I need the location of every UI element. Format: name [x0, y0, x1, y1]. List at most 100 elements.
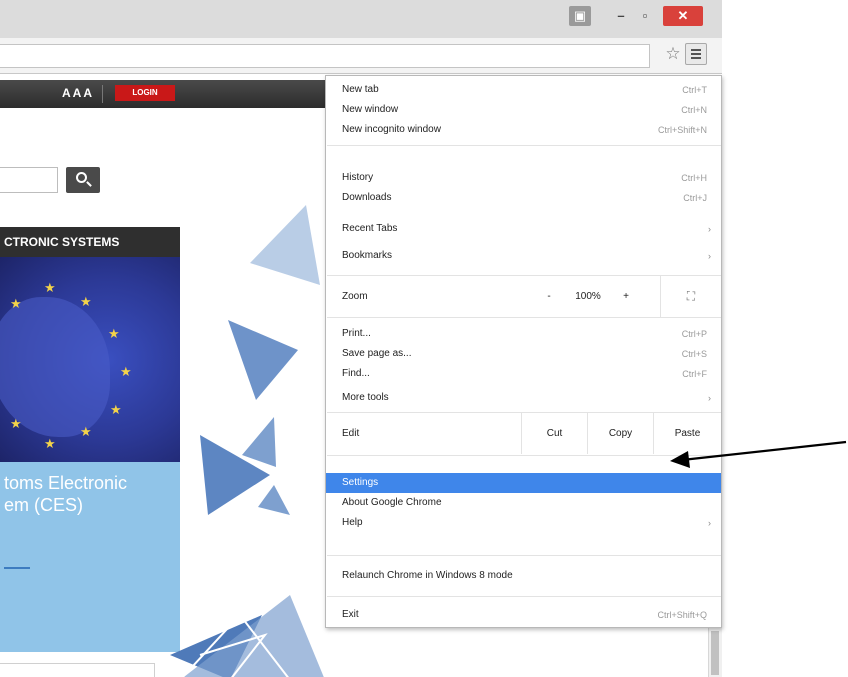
decor-triangle [242, 417, 276, 467]
site-search-button[interactable] [66, 167, 100, 193]
chrome-menu: New tab Ctrl+T New window Ctrl+N New inc… [325, 75, 722, 628]
menu-item-label: More tools [342, 392, 389, 403]
chrome-menu-button[interactable] [685, 43, 707, 65]
menu-item-label: Help [342, 517, 363, 528]
eu-star-icon: ★ [108, 326, 120, 341]
submenu-arrow-icon: › [708, 251, 711, 261]
europe-map-image: ★ ★ ★ ★ ★ ★ ★ ★ ★ [0, 257, 180, 462]
site-search-input[interactable] [0, 167, 58, 193]
menu-item-label: About Google Chrome [342, 497, 442, 508]
menu-item-shortcut: Ctrl+Shift+Q [657, 610, 707, 620]
search-icon [76, 172, 87, 183]
menu-row-zoom: Zoom - 100% + ⛶ [326, 276, 721, 317]
menu-item-shortcut: Ctrl+P [681, 329, 707, 339]
menu-item-label: New incognito window [342, 124, 441, 135]
menu-item-recent-tabs[interactable]: Recent Tabs › [326, 219, 721, 239]
eu-star-icon: ★ [44, 280, 56, 295]
menu-item-label: Bookmarks [342, 250, 393, 261]
eu-star-icon: ★ [80, 294, 92, 309]
menu-item-more-tools[interactable]: More tools › [326, 388, 721, 408]
section-banner-title: CTRONIC SYSTEMS [0, 227, 180, 257]
arrow-shaft [681, 440, 847, 462]
ces-info-panel[interactable]: toms Electronic em (CES) [0, 462, 180, 652]
menu-item-shortcut: Ctrl+T [682, 85, 707, 95]
address-bar[interactable] [0, 44, 650, 68]
zoom-level-value: 100% [575, 291, 601, 302]
menu-separator [327, 317, 721, 318]
bookmark-star-icon[interactable]: ☆ [663, 43, 683, 65]
menu-item-shortcut: Ctrl+F [682, 369, 707, 379]
menu-item-new-incognito-window[interactable]: New incognito window Ctrl+Shift+N [326, 120, 721, 140]
screenshot: ▣ – ▫ ✕ ☆ AAA LOGIN CTRONIC SYSTEMS ★ ★ [0, 0, 848, 677]
menu-item-label: Save page as... [342, 348, 412, 359]
eu-star-icon: ★ [10, 296, 22, 311]
menu-item-shortcut: Ctrl+N [681, 105, 707, 115]
cut-button[interactable]: Cut [521, 413, 587, 454]
menu-item-shortcut: Ctrl+H [681, 173, 707, 183]
zoom-out-button[interactable]: - [534, 276, 564, 317]
hamburger-icon [691, 53, 701, 55]
login-button[interactable]: LOGIN [115, 85, 175, 101]
menu-item-label: Settings [342, 477, 379, 488]
menu-item-shortcut: Ctrl+Shift+N [657, 125, 707, 135]
divider [102, 85, 103, 103]
menu-separator [327, 555, 721, 556]
decorative-triangles [170, 205, 324, 677]
submenu-arrow-icon: › [708, 224, 711, 234]
browser-toolbar: ☆ [0, 38, 722, 74]
decor-triangle [258, 485, 290, 515]
menu-item-label: Exit [342, 609, 359, 620]
menu-separator [327, 596, 721, 597]
menu-item-print[interactable]: Print... Ctrl+P [326, 324, 721, 344]
content-box [0, 663, 155, 677]
hamburger-icon [691, 57, 701, 59]
menu-item-label: New window [342, 104, 399, 115]
menu-item-relaunch-windows-8-mode[interactable]: Relaunch Chrome in Windows 8 mode [326, 566, 721, 586]
menu-item-label: History [342, 172, 374, 183]
decor-triangle [250, 205, 320, 285]
menu-item-help[interactable]: Help › [326, 513, 721, 533]
menu-item-label: Downloads [342, 192, 392, 203]
menu-item-save-page-as[interactable]: Save page as... Ctrl+S [326, 344, 721, 364]
menu-item-shortcut: Ctrl+J [683, 193, 707, 203]
menu-item-downloads[interactable]: Downloads Ctrl+J [326, 188, 721, 208]
arrow-head [670, 451, 690, 468]
ces-panel-link[interactable] [4, 567, 30, 569]
decor-triangle [183, 595, 324, 677]
zoom-label: Zoom [342, 291, 368, 302]
eu-star-icon: ★ [44, 436, 56, 451]
site-top-bar: AAA LOGIN [0, 80, 330, 108]
submenu-arrow-icon: › [708, 393, 711, 403]
menu-item-new-tab[interactable]: New tab Ctrl+T [326, 80, 721, 100]
menu-item-label: Find... [342, 368, 370, 379]
user-profile-button[interactable]: ▣ [569, 6, 591, 26]
minimize-button[interactable]: – [612, 6, 630, 26]
close-button[interactable]: ✕ [663, 6, 703, 26]
title-bar: ▣ – ▫ ✕ [0, 0, 722, 38]
eu-star-icon: ★ [80, 424, 92, 439]
search-icon-handle [86, 181, 92, 187]
submenu-arrow-icon: › [708, 518, 711, 528]
fullscreen-icon[interactable]: ⛶ [660, 276, 721, 317]
menu-item-label: Print... [342, 328, 371, 339]
menu-item-label: Relaunch Chrome in Windows 8 mode [342, 570, 513, 581]
annotation-arrow [670, 440, 847, 468]
copy-button[interactable]: Copy [587, 413, 653, 454]
scrollbar-thumb[interactable] [711, 631, 719, 675]
menu-item-about-google-chrome[interactable]: About Google Chrome [326, 493, 721, 513]
font-size-control[interactable]: AAA [62, 86, 94, 100]
eu-star-icon: ★ [120, 364, 132, 379]
menu-item-bookmarks[interactable]: Bookmarks › [326, 246, 721, 266]
menu-item-exit[interactable]: Exit Ctrl+Shift+Q [326, 605, 721, 625]
menu-item-find[interactable]: Find... Ctrl+F [326, 364, 721, 384]
hamburger-icon [691, 49, 701, 51]
menu-separator [327, 145, 721, 146]
ces-panel-title: toms Electronic em (CES) [4, 473, 128, 515]
zoom-in-button[interactable]: + [612, 276, 640, 317]
menu-item-new-window[interactable]: New window Ctrl+N [326, 100, 721, 120]
menu-item-history[interactable]: History Ctrl+H [326, 168, 721, 188]
maximize-button[interactable]: ▫ [636, 6, 654, 26]
edit-label: Edit [342, 428, 360, 439]
eu-star-icon: ★ [10, 416, 22, 431]
menu-item-label: New tab [342, 84, 379, 95]
